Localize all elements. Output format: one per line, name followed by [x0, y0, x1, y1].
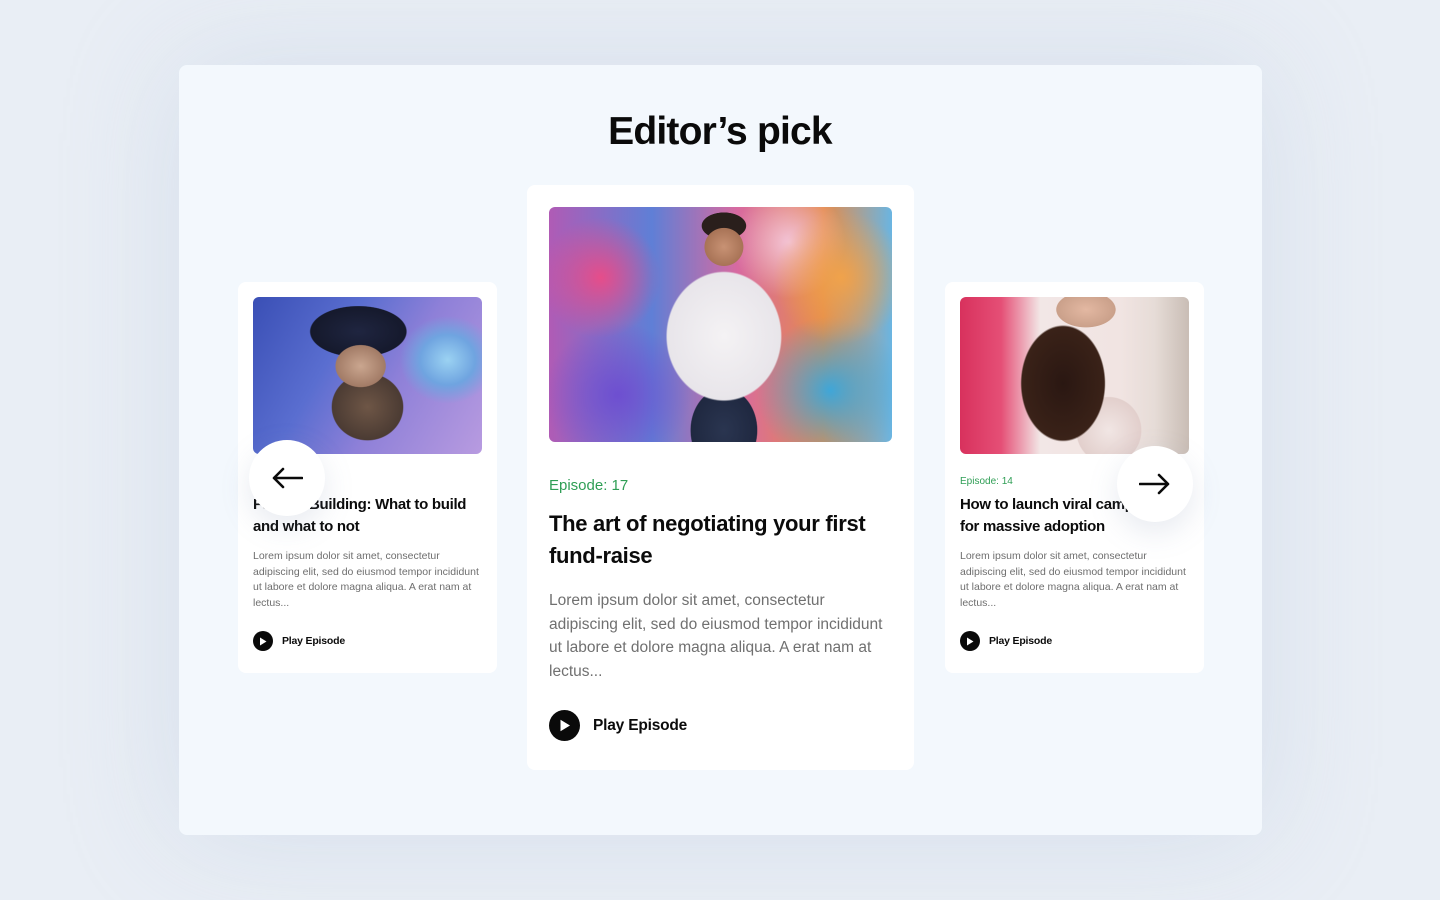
episode-description: Lorem ipsum dolor sit amet, consectetur …: [253, 550, 479, 609]
carousel-prev-button[interactable]: [249, 440, 325, 516]
episode-title[interactable]: The art of negotiating your first fund-r…: [549, 508, 892, 572]
episode-number: Episode: 17: [549, 477, 629, 494]
play-icon: [253, 631, 273, 651]
episode-description: Lorem ipsum dolor sit amet, consectetur …: [960, 550, 1186, 609]
play-episode-label: Play Episode: [989, 635, 1052, 647]
play-episode-button[interactable]: Play Episode: [549, 710, 892, 742]
play-icon: [960, 631, 980, 651]
episode-card-featured[interactable]: Episode: 17 The art of negotiating your …: [527, 185, 914, 770]
arrow-right-icon: [1139, 473, 1170, 495]
play-icon: [549, 710, 580, 742]
play-episode-button[interactable]: Play Episode: [960, 631, 1189, 651]
episode-thumbnail: [253, 297, 482, 454]
episode-thumbnail: [960, 297, 1189, 454]
episode-thumbnail: [549, 207, 892, 442]
section-title: Editor’s pick: [608, 110, 832, 153]
carousel-next-button[interactable]: [1117, 446, 1193, 522]
episode-description: Lorem ipsum dolor sit amet, consectetur …: [549, 592, 883, 680]
play-episode-label: Play Episode: [282, 635, 345, 647]
play-episode-label: Play Episode: [593, 716, 688, 734]
arrow-left-icon: [272, 467, 303, 489]
play-episode-button[interactable]: Play Episode: [253, 631, 482, 651]
